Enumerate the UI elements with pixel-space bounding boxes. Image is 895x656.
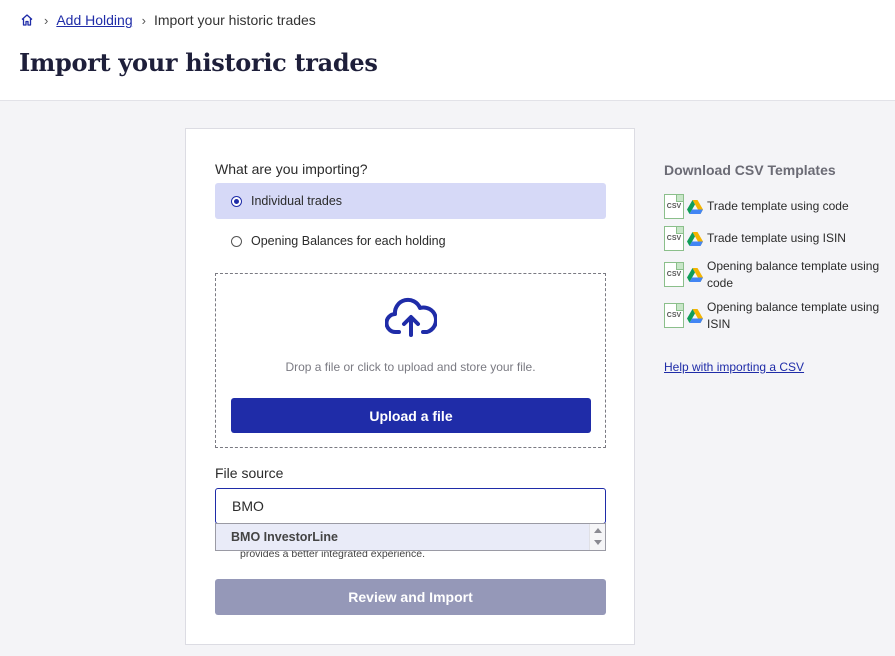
import-card: What are you importing? Individual trade…	[185, 128, 635, 645]
page-header: › Add Holding › Import your historic tra…	[0, 0, 895, 101]
page-title: Import your historic trades	[19, 48, 378, 77]
radio-unselected-icon[interactable]	[231, 235, 242, 247]
option-label: Opening Balances for each holding	[251, 234, 446, 248]
review-and-import-button[interactable]: Review and Import	[215, 579, 606, 615]
chevron-right-icon: ›	[44, 12, 49, 28]
home-icon[interactable]	[19, 12, 35, 28]
chevron-right-icon: ›	[141, 12, 146, 28]
csv-templates-panel: Download CSV Templates CSV Trade templat…	[664, 160, 889, 376]
google-drive-icon	[687, 231, 703, 246]
file-source-input[interactable]	[215, 488, 606, 524]
breadcrumb-current: Import your historic trades	[153, 12, 316, 28]
csv-file-icon: CSV	[664, 262, 684, 287]
template-item[interactable]: CSV Trade template using code	[664, 194, 889, 219]
dropzone-text: Drop a file or click to upload and store…	[285, 360, 536, 374]
template-item[interactable]: CSV Trade template using ISIN	[664, 226, 889, 251]
help-importing-csv-link[interactable]: Help with importing a CSV	[664, 360, 804, 374]
template-label[interactable]: Opening balance template using ISIN	[707, 299, 889, 333]
cloud-upload-icon	[385, 297, 437, 337]
template-item[interactable]: CSV Opening balance template using code	[664, 258, 889, 292]
file-source-label: File source	[215, 465, 284, 481]
google-drive-icon	[687, 308, 703, 323]
template-label[interactable]: Opening balance template using code	[707, 258, 889, 292]
suggestions-scrollbar[interactable]	[589, 524, 605, 550]
file-source-suggestions: BMO InvestorLine	[215, 523, 606, 551]
scroll-down-icon[interactable]	[594, 540, 602, 545]
option-opening-balances[interactable]: Opening Balances for each holding	[215, 223, 606, 259]
import-type-question: What are you importing?	[215, 161, 368, 177]
file-dropzone[interactable]: Drop a file or click to upload and store…	[215, 273, 606, 448]
csv-file-icon: CSV	[664, 226, 684, 251]
google-drive-icon	[687, 199, 703, 214]
upload-file-button[interactable]: Upload a file	[231, 398, 591, 433]
template-item[interactable]: CSV Opening balance template using ISIN	[664, 299, 889, 333]
radio-selected-icon[interactable]	[231, 195, 242, 207]
csv-file-icon: CSV	[664, 303, 684, 328]
google-drive-icon	[687, 267, 703, 282]
template-label[interactable]: Trade template using ISIN	[707, 226, 846, 247]
breadcrumb-add-holding-link[interactable]: Add Holding	[56, 12, 132, 28]
csv-file-icon: CSV	[664, 194, 684, 219]
breadcrumb: › Add Holding › Import your historic tra…	[19, 12, 316, 28]
scroll-up-icon[interactable]	[594, 528, 602, 533]
template-label[interactable]: Trade template using code	[707, 194, 849, 215]
csv-templates-title: Download CSV Templates	[664, 162, 836, 178]
suggestion-item[interactable]: BMO InvestorLine	[216, 524, 589, 550]
option-individual-trades[interactable]: Individual trades	[215, 183, 606, 219]
option-label: Individual trades	[251, 194, 343, 208]
